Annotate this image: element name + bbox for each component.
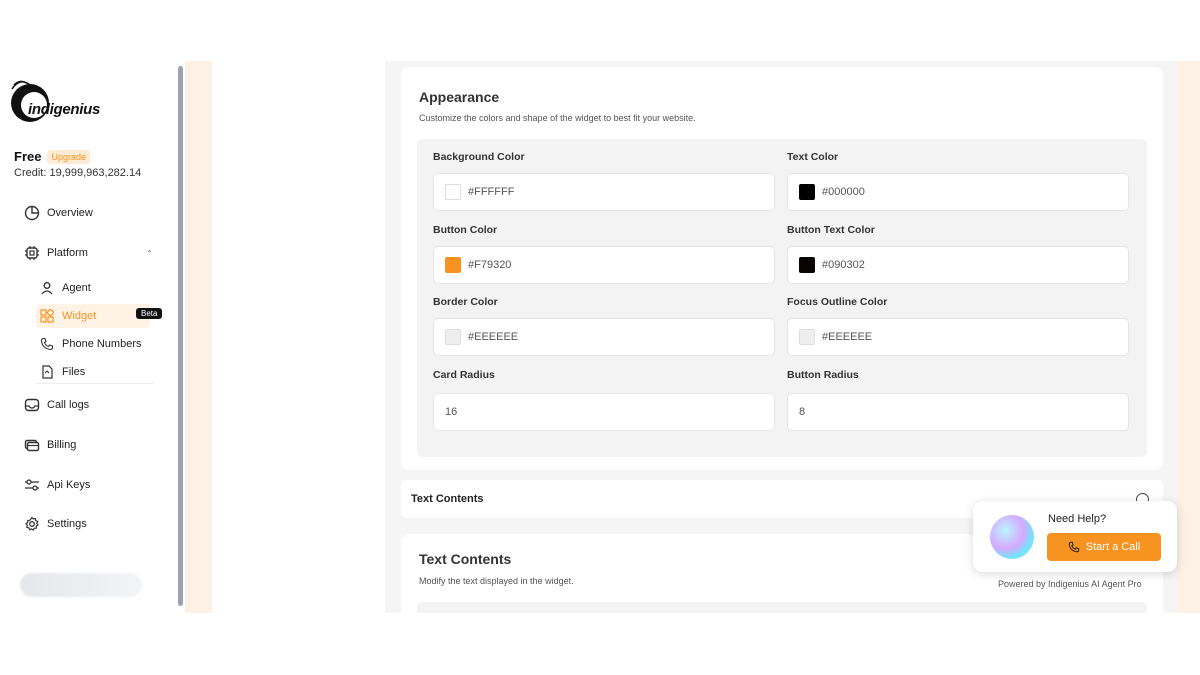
phone-icon: [40, 337, 54, 351]
button-color-swatch[interactable]: [445, 257, 461, 273]
upgrade-button[interactable]: Upgrade: [47, 149, 90, 164]
sidebar-label-widget: Widget: [62, 310, 97, 322]
text-color-input[interactable]: #000000: [787, 173, 1129, 211]
cpu-icon: [25, 246, 39, 260]
appearance-card: Appearance Customize the colors and shap…: [401, 67, 1163, 470]
sidebar: indigenius Free Upgrade Credit: 19,999,9…: [0, 61, 178, 613]
button-color-input[interactable]: #F79320: [433, 246, 775, 284]
nav-item-billing[interactable]: Billing: [24, 437, 76, 453]
plan-info: Free Upgrade: [14, 149, 90, 164]
credit-card-icon: [24, 439, 40, 452]
text-color-label: Text Color: [787, 151, 839, 163]
sidebar-item-widget[interactable]: Widget: [36, 304, 150, 328]
focus-outline-color-swatch[interactable]: [799, 329, 815, 345]
chevron-updown-icon[interactable]: ⌃: [146, 249, 153, 258]
button-radius-value: 8: [799, 406, 806, 418]
nav-label-api-keys: Api Keys: [47, 479, 91, 491]
inbox-icon: [24, 398, 40, 412]
assistant-orb-icon: [990, 515, 1034, 559]
phone-icon: [1068, 541, 1080, 553]
background-color-input[interactable]: #FFFFFF: [433, 173, 775, 211]
text-contents-subtitle: Modify the text displayed in the widget.: [419, 576, 574, 586]
focus-outline-color-value: #EEEEEE: [822, 331, 873, 343]
start-call-button[interactable]: Start a Call: [1047, 533, 1161, 561]
app-frame: indigenius Free Upgrade Credit: 19,999,9…: [0, 61, 1200, 613]
logo-text: indigenius: [28, 101, 101, 118]
background-color-label: Background Color: [433, 151, 525, 163]
button-color-label: Button Color: [433, 224, 498, 236]
beta-badge: Beta: [136, 308, 163, 319]
sliders-icon: [25, 479, 39, 491]
sidebar-label-phone-numbers: Phone Numbers: [62, 338, 142, 350]
card-radius-value: 16: [445, 406, 458, 418]
gear-icon: [25, 516, 39, 531]
border-color-value: #EEEEEE: [468, 331, 519, 343]
nav-item-settings[interactable]: Settings: [24, 516, 87, 532]
pie-chart-icon: [24, 205, 40, 221]
nav-item-api-keys[interactable]: Api Keys: [24, 477, 90, 493]
help-widget: Need Help? Start a Call: [973, 501, 1177, 572]
help-title: Need Help?: [1048, 513, 1107, 525]
file-icon: [42, 365, 53, 379]
nav-label-settings: Settings: [47, 518, 87, 530]
text-contents-accordion-label: Text Contents: [411, 493, 484, 505]
widget-grid-icon: [40, 309, 54, 323]
nav-label-call-logs: Call logs: [47, 399, 90, 411]
card-radius-input[interactable]: 16: [433, 393, 775, 431]
text-color-value: #000000: [822, 186, 865, 198]
border-color-label: Border Color: [433, 296, 498, 308]
button-radius-input[interactable]: 8: [787, 393, 1129, 431]
nav-item-overview[interactable]: Overview: [24, 205, 93, 221]
appearance-subtitle: Customize the colors and shape of the wi…: [419, 113, 696, 123]
text-contents-title: Text Contents: [419, 551, 512, 567]
nav-item-platform[interactable]: Platform: [24, 245, 88, 261]
button-text-color-swatch[interactable]: [799, 257, 815, 273]
divider: [36, 383, 154, 384]
user-profile-blurred[interactable]: [20, 573, 142, 597]
sidebar-item-phone-numbers[interactable]: Phone Numbers: [40, 332, 154, 356]
button-color-value: #F79320: [468, 259, 512, 271]
sidebar-item-agent[interactable]: Agent: [40, 276, 154, 300]
page-background-right: [1177, 61, 1200, 613]
nav-label-overview: Overview: [47, 207, 93, 219]
card-radius-label: Card Radius: [433, 369, 495, 381]
text-contents-fields: [417, 602, 1147, 613]
button-text-color-value: #090302: [822, 259, 865, 271]
button-radius-label: Button Radius: [787, 369, 859, 381]
nav-item-call-logs[interactable]: Call logs: [24, 397, 89, 413]
background-color-swatch[interactable]: [445, 184, 461, 200]
focus-outline-color-label: Focus Outline Color: [787, 296, 888, 308]
credit-balance: Credit: 19,999,963,282.14: [14, 167, 142, 179]
sidebar-label-files: Files: [62, 366, 86, 378]
button-text-color-label: Button Text Color: [787, 224, 875, 236]
page-background-left: [185, 61, 212, 613]
plan-name: Free: [14, 149, 42, 164]
sidebar-label-agent: Agent: [62, 282, 91, 294]
border-color-swatch[interactable]: [445, 329, 461, 345]
powered-by-text: Powered by Indigenius AI Agent Pro: [998, 579, 1142, 589]
button-text-color-input[interactable]: #090302: [787, 246, 1129, 284]
start-call-label: Start a Call: [1085, 541, 1141, 553]
sidebar-scrollbar[interactable]: [178, 66, 183, 606]
user-icon: [41, 282, 53, 295]
background-color-value: #FFFFFF: [468, 186, 515, 198]
nav-label-platform: Platform: [47, 247, 88, 259]
border-color-input[interactable]: #EEEEEE: [433, 318, 775, 356]
nav-label-billing: Billing: [47, 439, 77, 451]
sidebar-item-files[interactable]: Files: [40, 360, 154, 384]
appearance-fields: Background Color #FFFFFF Text Color #000…: [417, 139, 1147, 457]
appearance-title: Appearance: [419, 89, 500, 105]
text-color-swatch[interactable]: [799, 184, 815, 200]
focus-outline-color-input[interactable]: #EEEEEE: [787, 318, 1129, 356]
